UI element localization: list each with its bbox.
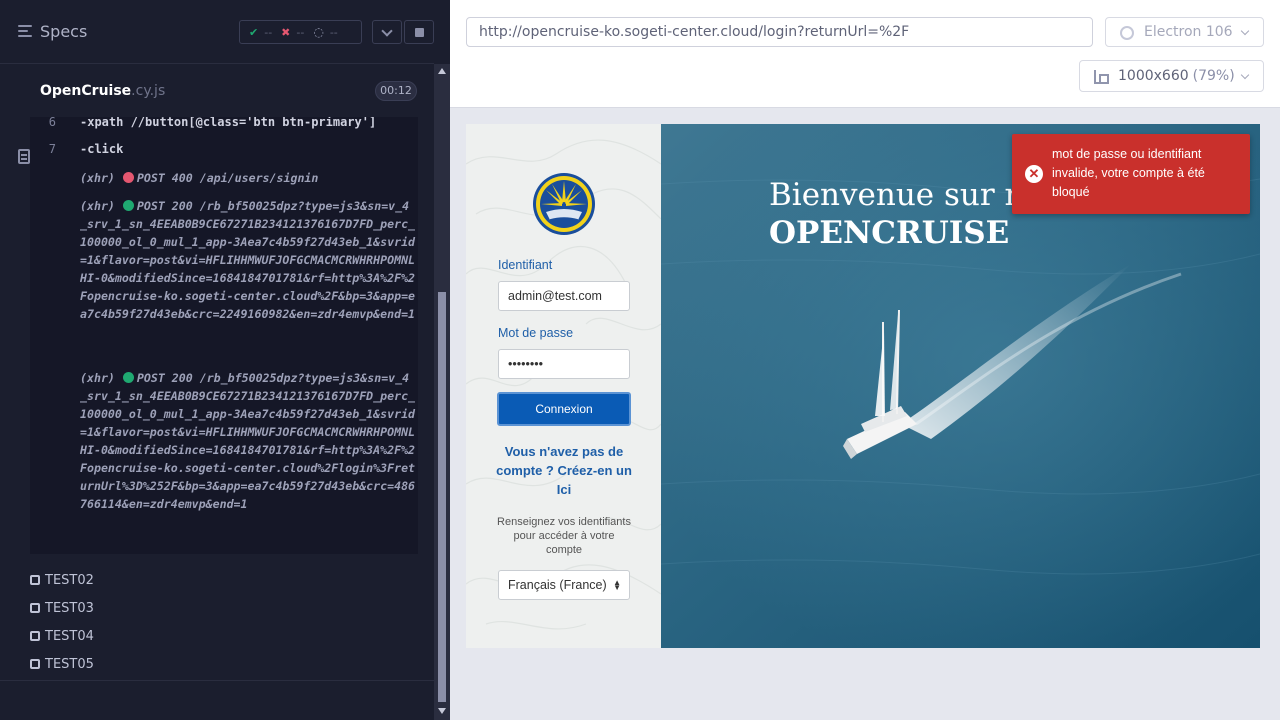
password-label: Mot de passe	[498, 326, 574, 340]
browser-selector[interactable]: Electron 106	[1105, 17, 1264, 47]
document-icon	[18, 149, 30, 164]
success-status-icon	[122, 200, 134, 211]
pending-count: ◌ --	[313, 25, 338, 39]
spec-file-row[interactable]: OpenCruise.cy.js 00:12	[0, 65, 434, 164]
divider	[0, 680, 434, 681]
opencruise-logo	[533, 173, 595, 235]
electron-icon	[1120, 26, 1134, 40]
scroll-down-icon[interactable]	[438, 708, 446, 714]
stop-button[interactable]	[404, 20, 434, 44]
spec-file-name: OpenCruise.cy.js	[40, 83, 166, 99]
pending-icon: ◌	[313, 25, 324, 39]
url-bar[interactable]: http://opencruise-ko.sogeti-center.cloud…	[466, 17, 1093, 47]
username-input[interactable]: admin@test.com	[498, 281, 630, 311]
specs-header: Specs ✔ -- ✖ -- ◌ --	[0, 0, 434, 64]
test-status-icon	[30, 603, 40, 613]
test-status-icon	[30, 575, 40, 585]
chevron-down-icon	[1240, 26, 1250, 36]
xhr-text: POST 200 /rb_bf50025dpz?type=js3&sn=v_4_…	[80, 371, 416, 511]
xhr-text: POST 200 /rb_bf50025dpz?type=js3&sn=v_4_…	[80, 199, 416, 321]
command-text: -xpath //button[@class='btn btn-primary'…	[80, 117, 377, 129]
command-text: -click	[80, 142, 124, 156]
login-button[interactable]: Connexion	[497, 392, 631, 426]
xhr-text: POST 400 /api/users/signin	[136, 171, 319, 185]
failed-count: ✖ --	[281, 25, 305, 39]
error-icon: ✕	[1025, 165, 1043, 183]
specs-title[interactable]: Specs	[40, 22, 87, 41]
language-select[interactable]: Français (France) ▲ ▼	[498, 570, 630, 600]
success-status-icon	[122, 372, 134, 383]
error-toast[interactable]: ✕ mot de passe ou identifiant invalide, …	[1012, 134, 1250, 214]
menu-icon[interactable]	[18, 25, 32, 38]
runner-panel: Specs ✔ -- ✖ -- ◌ -- OpenCruise.cy.js 00:12…	[0, 0, 450, 720]
ruler-icon	[1094, 70, 1109, 84]
test-stats: ✔ -- ✖ -- ◌ --	[239, 20, 362, 44]
help-text: Renseignez vos identifiants pour accéder…	[497, 516, 631, 556]
run-duration: 00:12	[375, 81, 417, 101]
line-number: 6	[48, 117, 56, 129]
select-arrows-icon: ▲ ▼	[613, 578, 621, 592]
test-status-icon	[30, 659, 40, 669]
toast-message: mot de passe ou identifiant invalide, vo…	[1052, 147, 1205, 199]
signup-link[interactable]: Vous n'avez pas de compte ? Créez-en un …	[492, 442, 636, 499]
aut-toolbar: http://opencruise-ko.sogeti-center.cloud…	[450, 0, 1280, 108]
collapse-button[interactable]	[372, 20, 402, 44]
test-status-icon	[30, 631, 40, 641]
command-log: 6 -xpath //button[@class='btn btn-primar…	[30, 117, 418, 554]
chevron-down-icon	[1240, 70, 1250, 80]
error-status-icon	[122, 172, 134, 183]
welcome-heading: Bienvenue sur n OPENCRUISE	[769, 176, 1025, 252]
viewport-selector[interactable]: 1000x660 (79%)	[1079, 60, 1264, 92]
xhr-entry[interactable]: (xhr) POST 200 /rb_bf50025dpz?type=js3&sn…	[80, 197, 416, 323]
scroll-up-icon[interactable]	[438, 68, 446, 74]
log-scrollbar[interactable]	[434, 64, 450, 720]
brand-name: OPENCRUISE	[769, 215, 1010, 251]
scroll-thumb[interactable]	[438, 292, 446, 702]
xhr-entry[interactable]: (xhr) POST 200 /rb_bf50025dpz?type=js3&sn…	[80, 369, 416, 513]
passed-count: ✔ --	[249, 25, 273, 39]
x-icon: ✖	[281, 25, 291, 39]
password-input[interactable]: ••••••••	[498, 349, 630, 379]
check-icon: ✔	[249, 25, 259, 39]
username-label: Identifiant	[498, 258, 553, 272]
welcome-text: Bienvenue sur n	[769, 177, 1025, 213]
xhr-entry[interactable]: (xhr) POST 400 /api/users/signin	[80, 169, 416, 187]
login-panel: Identifiant admin@test.com Mot de passe …	[466, 124, 661, 648]
line-number: 7	[48, 142, 56, 156]
